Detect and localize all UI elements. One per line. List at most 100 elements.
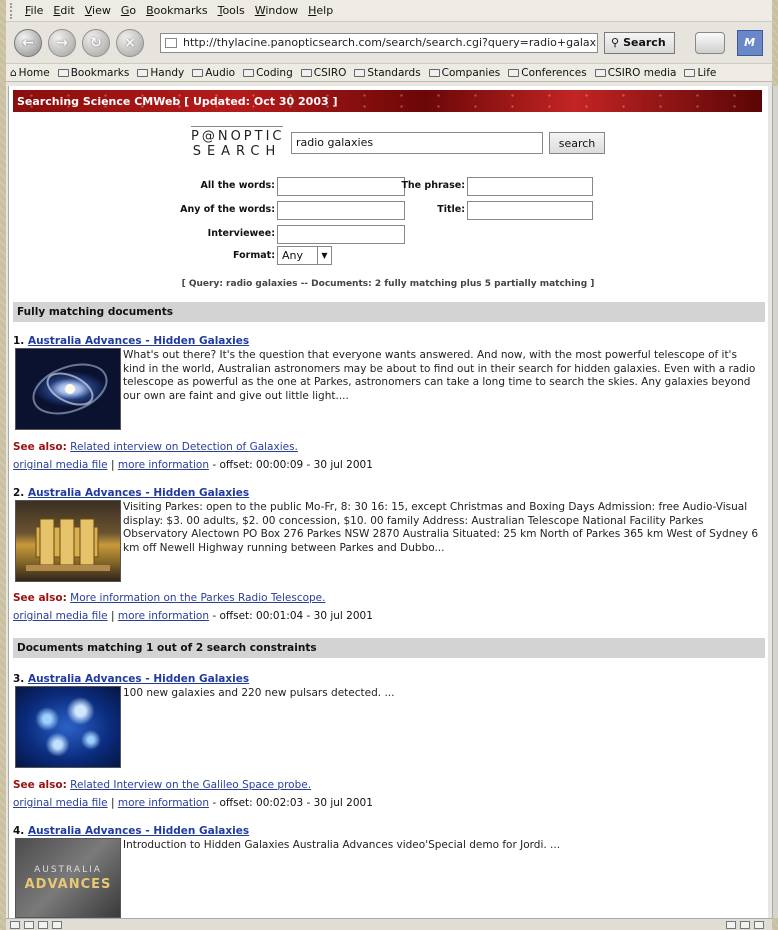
result-4-snippet: Introduction to Hidden Galaxies Australi… xyxy=(123,839,561,851)
see-also-label: See also: xyxy=(13,441,67,453)
back-button[interactable]: ← xyxy=(14,28,42,57)
folder-icon xyxy=(243,68,255,77)
result-3-more-info-link[interactable]: more information xyxy=(118,797,209,809)
folder-icon xyxy=(192,68,204,77)
magnifier-icon: ⚲ xyxy=(611,36,620,49)
bookmark-life[interactable]: Life xyxy=(684,67,716,79)
result-3-offset: - offset: 00:02:03 - 30 jul 2001 xyxy=(208,797,373,809)
all-words-input[interactable] xyxy=(277,177,405,196)
result-1-thumbnail[interactable] xyxy=(15,348,121,430)
stop-icon: × xyxy=(124,34,136,51)
format-select[interactable]: Any ▼ xyxy=(277,246,332,265)
title-input[interactable] xyxy=(467,201,593,220)
url-field[interactable]: http://thylacine.panopticsearch.com/sear… xyxy=(160,32,598,53)
site-banner: Searching Science CMWeb [ Updated: Oct 3… xyxy=(13,90,762,112)
bookmark-coding[interactable]: Coding xyxy=(243,67,293,79)
result-2-meta: original media file | more information -… xyxy=(13,610,373,622)
any-words-label: Any of the words: xyxy=(180,204,275,215)
bookmark-companies[interactable]: Companies xyxy=(428,67,500,79)
menu-file[interactable]: File xyxy=(20,4,48,17)
bookmark-home[interactable]: ⌂ Home xyxy=(10,67,50,79)
format-label: Format: xyxy=(233,250,275,261)
menu-go[interactable]: Go xyxy=(116,4,141,17)
result-number: 1. xyxy=(13,335,25,347)
result-2-thumbnail[interactable] xyxy=(15,500,121,582)
result-2-more-info-link[interactable]: more information xyxy=(118,610,209,622)
result-4-heading: 4. Australia Advances - Hidden Galaxies xyxy=(13,825,249,837)
interviewee-label: Interviewee: xyxy=(207,228,275,239)
online-status-icon[interactable] xyxy=(726,920,736,929)
composer-icon[interactable] xyxy=(38,920,48,929)
menu-tools[interactable]: Tools xyxy=(213,4,250,17)
result-4-thumbnail[interactable]: AUSTRALIA ADVANCES xyxy=(15,838,121,918)
result-2-see-also-link[interactable]: More information on the Parkes Radio Tel… xyxy=(70,592,325,604)
result-4-title-link[interactable]: Australia Advances - Hidden Galaxies xyxy=(28,825,249,837)
url-text: http://thylacine.panopticsearch.com/sear… xyxy=(183,36,598,49)
bookmark-audio[interactable]: Audio xyxy=(192,67,235,79)
bookmark-conferences[interactable]: Conferences xyxy=(508,67,587,79)
result-2-title-link[interactable]: Australia Advances - Hidden Galaxies xyxy=(28,487,249,499)
result-3-see-also-link[interactable]: Related Interview on the Galileo Space p… xyxy=(70,779,311,791)
bookmarks-toolbar: ⌂ Home Bookmarks Handy Audio Coding CSIRO… xyxy=(6,64,772,82)
result-2-heading: 2. Australia Advances - Hidden Galaxies xyxy=(13,487,249,499)
result-1-more-info-link[interactable]: more information xyxy=(118,459,209,471)
navigator-icon[interactable] xyxy=(10,920,20,929)
vertical-scrollbar[interactable] xyxy=(772,86,778,918)
back-arrow-icon: ← xyxy=(22,34,34,51)
bookmark-standards[interactable]: Standards xyxy=(354,67,421,79)
result-2-original-media-link[interactable]: original media file xyxy=(13,610,108,622)
bookmark-bookmarks[interactable]: Bookmarks xyxy=(57,67,129,79)
menu-view[interactable]: View xyxy=(80,4,116,17)
dropdown-arrow-icon: ▼ xyxy=(317,247,331,264)
result-1-see-also: See also: Related interview on Detection… xyxy=(13,441,298,453)
logo-line-2: SEARCH xyxy=(192,144,282,159)
menu-bookmarks[interactable]: Bookmarks xyxy=(141,4,212,17)
any-words-input[interactable] xyxy=(277,201,405,220)
folder-icon xyxy=(354,68,366,77)
phrase-input[interactable] xyxy=(467,177,593,196)
folder-icon xyxy=(57,68,69,77)
forward-button[interactable]: → xyxy=(48,28,76,57)
mail-icon[interactable] xyxy=(24,920,34,929)
bookmark-csiro[interactable]: CSIRO xyxy=(300,67,346,79)
throbber-text: M xyxy=(744,36,756,49)
folder-icon xyxy=(428,68,440,77)
search-button[interactable]: search xyxy=(549,132,605,154)
folder-icon xyxy=(594,68,606,77)
see-also-label: See also: xyxy=(13,779,67,791)
bookmark-handy[interactable]: Handy xyxy=(137,67,184,79)
section-partially-matching: Documents matching 1 out of 2 search con… xyxy=(13,638,765,658)
result-1-title-link[interactable]: Australia Advances - Hidden Galaxies xyxy=(28,335,249,347)
result-3-heading: 3. Australia Advances - Hidden Galaxies xyxy=(13,673,249,685)
folder-icon xyxy=(300,68,312,77)
menu-edit[interactable]: Edit xyxy=(48,4,79,17)
menu-help[interactable]: Help xyxy=(303,4,338,17)
stop-button[interactable]: × xyxy=(116,28,144,57)
status-indicators xyxy=(726,920,772,929)
menu-window[interactable]: Window xyxy=(250,4,303,17)
address-book-icon[interactable] xyxy=(52,920,62,929)
bookmark-csiro-media[interactable]: CSIRO media xyxy=(594,67,676,79)
folder-icon xyxy=(684,68,696,77)
result-1-original-media-link[interactable]: original media file xyxy=(13,459,108,471)
home-icon: ⌂ xyxy=(10,66,17,79)
interviewee-input[interactable] xyxy=(277,225,405,244)
forward-arrow-icon: → xyxy=(56,34,68,51)
print-icon[interactable] xyxy=(694,31,725,54)
menu-grip xyxy=(10,2,16,19)
reload-icon: ↻ xyxy=(90,34,102,51)
result-3-original-media-link[interactable]: original media file xyxy=(13,797,108,809)
result-1-see-also-link[interactable]: Related interview on Detection of Galaxi… xyxy=(70,441,298,453)
query-input[interactable]: radio galaxies xyxy=(291,132,543,154)
result-1-snippet: What's out there? It's the question that… xyxy=(123,349,756,402)
result-3-title-link[interactable]: Australia Advances - Hidden Galaxies xyxy=(28,673,249,685)
phrase-label: The phrase: xyxy=(401,180,465,191)
result-3-thumbnail[interactable] xyxy=(15,686,121,768)
logo-line-1: P@NOPTIC xyxy=(191,129,285,144)
panoptic-logo: P@NOPTIC SEARCH xyxy=(191,126,283,159)
toolbar-search-button[interactable]: ⚲ Search xyxy=(604,31,675,54)
page-icon xyxy=(165,37,177,48)
reload-button[interactable]: ↻ xyxy=(82,28,110,57)
result-number: 4. xyxy=(13,825,25,837)
result-3-snippet: 100 new galaxies and 220 new pulsars det… xyxy=(123,687,395,699)
